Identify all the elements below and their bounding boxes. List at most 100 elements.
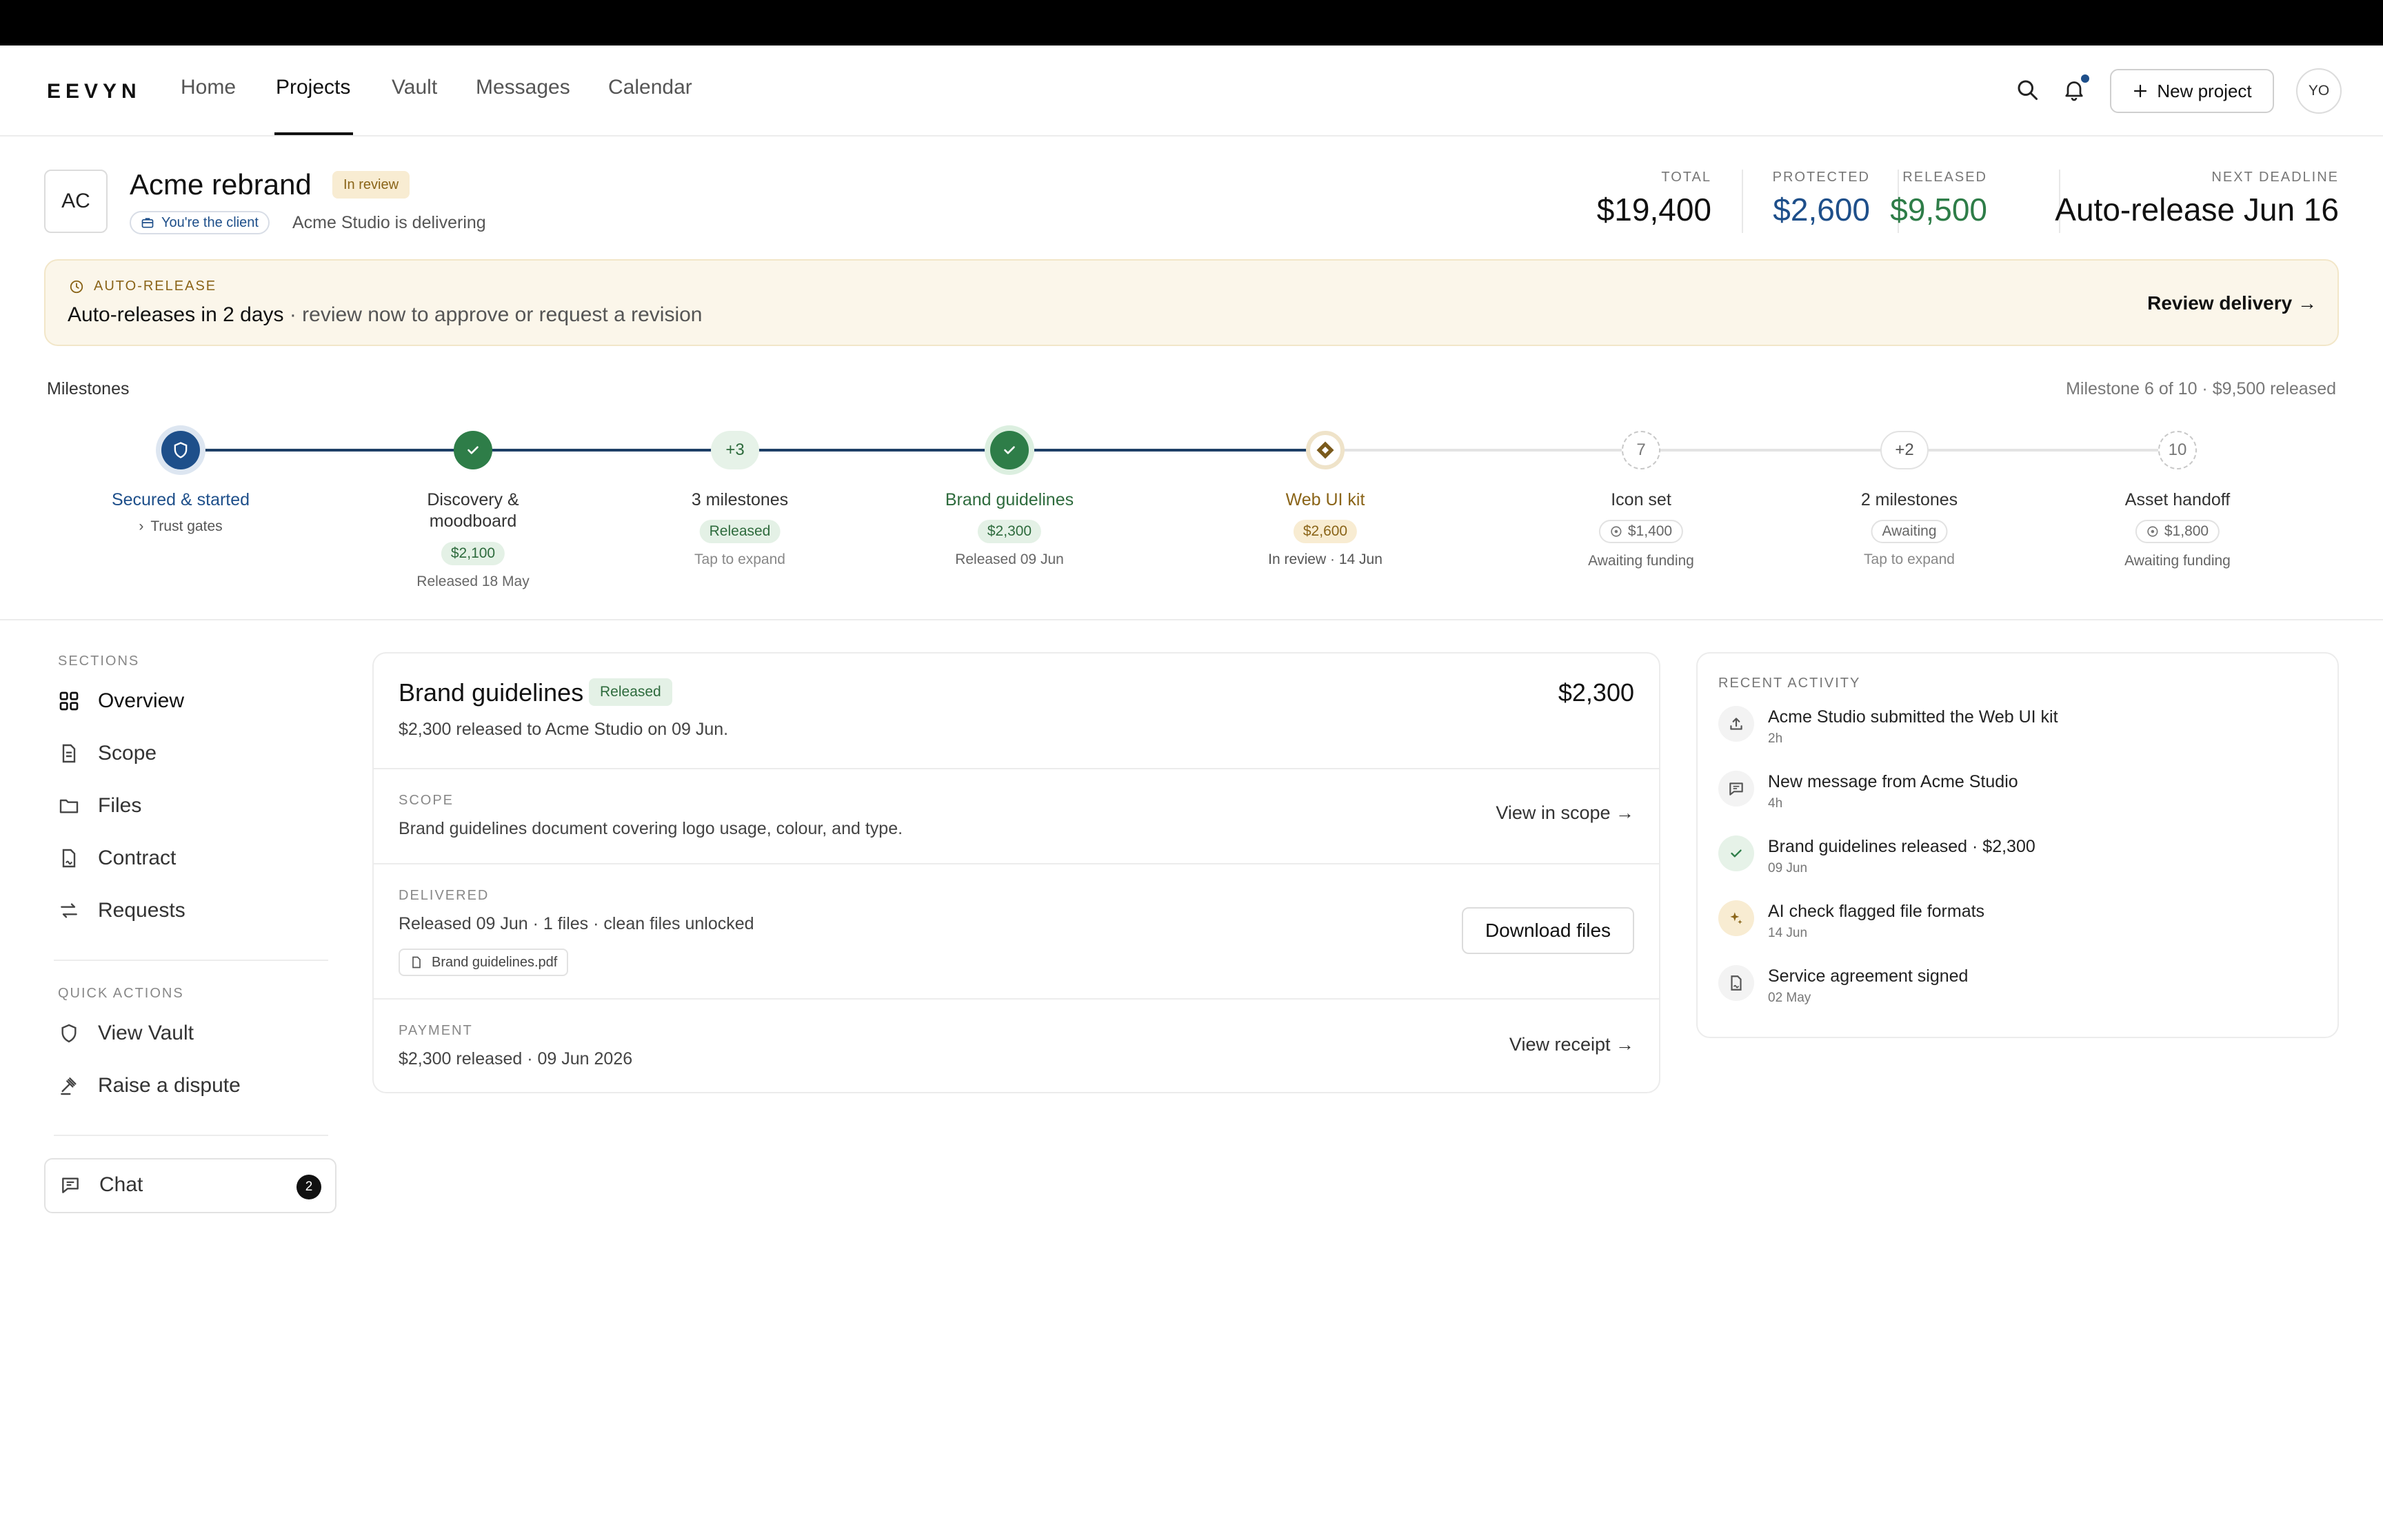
nav-projects[interactable]: Projects [276,76,350,99]
activity-text: Brand guidelines released · $2,300 [1768,837,2035,856]
brand-logo[interactable]: EEVYN [47,80,141,103]
activity-item[interactable]: Acme Studio submitted the Web UI kit 2h [1718,706,2058,747]
message-icon [1718,771,1754,807]
milestone-amount-chip: $2,100 [441,542,505,565]
file-name: Brand guidelines.pdf [432,954,558,970]
detail-subtitle: $2,300 released to Acme Studio on 09 Jun… [399,720,729,739]
window-top-bar [0,0,2383,45]
file-chip[interactable]: Brand guidelines.pdf [399,949,569,976]
activity-time: 2h [1768,731,1783,746]
banner-bold: Auto-releases in 2 days [68,303,284,326]
milestone-status: Awaiting funding [2124,553,2231,569]
nav-vault[interactable]: Vault [392,76,437,99]
milestone-node-icon-set[interactable]: 7 [1622,431,1660,469]
stat-next-deadline: NEXT DEADLINE Auto-release Jun 16 [2055,170,2339,228]
milestone-amount-chip: $2,600 [1293,520,1358,543]
milestone-node-asset-handoff[interactable]: 10 [2158,431,2197,469]
milestone-amount-chip: $1,800 [2135,520,2220,543]
stat-released: RELEASED $9,500 [1890,170,1987,228]
milestone-node-discovery[interactable] [454,431,492,469]
raise-dispute-action[interactable]: Raise a dispute [58,1074,241,1097]
milestone-amount: $1,400 [1627,523,1673,539]
milestone-node-group-released[interactable]: +3 [711,431,759,469]
swap-arrows-icon [61,903,77,918]
clock-icon [70,280,83,293]
activity-time: 02 May [1768,991,1811,1005]
chevron-right-icon: › [139,518,144,534]
sidebar-item-scope[interactable]: Scope [58,742,157,765]
nav-home[interactable]: Home [181,76,236,99]
sidebar-item-overview[interactable]: Overview [58,689,184,713]
download-files-button[interactable]: Download files [1462,907,1634,954]
stat-protected-value: $2,600 [1773,192,1870,227]
chat-label: Chat [99,1173,143,1196]
user-avatar[interactable]: YO [2296,68,2342,114]
auto-release-banner: AUTO-RELEASE Auto-releases in 2 days · r… [44,259,2339,346]
stat-deadline-value: Auto-release Jun 16 [2055,192,2339,227]
activity-item[interactable]: Service agreement signed 02 May [1718,965,1968,1006]
milestones-title: Milestones [47,379,130,398]
review-delivery-link[interactable]: Review delivery → [2147,292,2317,314]
trust-gates-toggle[interactable]: › Trust gates [70,518,291,535]
activity-item[interactable]: New message from Acme Studio 4h [1718,771,2018,811]
detail-status-badge: Released [589,678,672,706]
milestone-node-group-awaiting[interactable]: +2 [1880,431,1929,469]
sidebar-item-files[interactable]: Files [58,794,141,818]
sidebar-item-contract[interactable]: Contract [58,847,176,870]
new-project-button[interactable]: New project [2110,69,2274,113]
milestone-label: Discovery & moodboard [427,490,519,531]
nav-messages[interactable]: Messages [476,76,570,99]
banner-message: Auto-releases in 2 days · review now to … [68,303,702,327]
milestone-status: In review · 14 Jun [1268,551,1382,567]
milestone-node-web-ui-kit[interactable] [1306,431,1345,469]
banner-rest: · review now to approve or request a rev… [283,303,703,326]
activity-text: New message from Acme Studio [1768,772,2018,791]
activity-heading: RECENT ACTIVITY [1718,676,1861,691]
check-icon [467,446,479,454]
notification-dot [2081,74,2089,83]
milestone-node-secured[interactable] [161,431,200,469]
milestone-label: Asset handoff [2124,490,2231,509]
chat-unread-badge: 2 [296,1175,321,1199]
activity-time: 4h [1768,796,1783,811]
milestone-status: Released 18 May [416,574,530,589]
status-badge: In review [332,171,410,199]
payment-kicker: PAYMENT [399,1023,473,1038]
milestone-label: Brand guidelines [945,490,1074,509]
sidebar-item-requests[interactable]: Requests [58,899,185,922]
new-project-label: New project [2157,80,2252,101]
shield-icon [174,442,188,458]
banner-kicker-label: AUTO-RELEASE [94,278,217,294]
card-divider [374,998,1659,1000]
activity-item[interactable]: AI check flagged file formats 14 Jun [1718,900,1984,941]
chat-button[interactable]: Chat 2 [44,1158,336,1213]
scope-kicker: SCOPE [399,793,454,808]
milestone-amount-chip: $1,400 [1598,520,1684,543]
search-icon[interactable] [2015,77,2040,102]
milestone-label: Web UI kit [1285,490,1365,509]
chat-row: Chat [59,1173,143,1197]
quick-actions-heading: QUICK ACTIONS [58,986,184,1001]
view-vault-action[interactable]: View Vault [58,1022,194,1045]
file-icon [412,956,421,969]
scope-text: Brand guidelines document covering logo … [399,819,903,838]
trust-gates-label: Trust gates [150,518,223,534]
milestone-node-brand-guidelines[interactable] [990,431,1029,469]
quick-action-label: Raise a dispute [98,1074,241,1097]
activity-time: 14 Jun [1768,926,1808,940]
milestone-amount-chip: $2,300 [977,520,1042,543]
section-divider [0,619,2383,620]
stat-total-label: TOTAL [1661,170,1711,185]
briefcase-icon [141,218,154,228]
view-in-scope-link[interactable]: View in scope → [1496,802,1634,824]
document-icon [62,744,76,763]
activity-item[interactable]: Brand guidelines released · $2,300 09 Jun [1718,835,2035,876]
folder-icon [59,799,79,813]
milestone-status: Awaiting funding [1588,553,1694,569]
grid-icon [59,691,79,711]
nav-calendar[interactable]: Calendar [608,76,692,99]
view-receipt-link[interactable]: View receipt → [1509,1034,1634,1055]
project-title: Acme rebrand [130,168,312,201]
milestone-detail-card: Brand guidelines Released $2,300 $2,300 … [372,652,1660,1093]
stat-deadline-label: NEXT DEADLINE [2211,170,2339,185]
